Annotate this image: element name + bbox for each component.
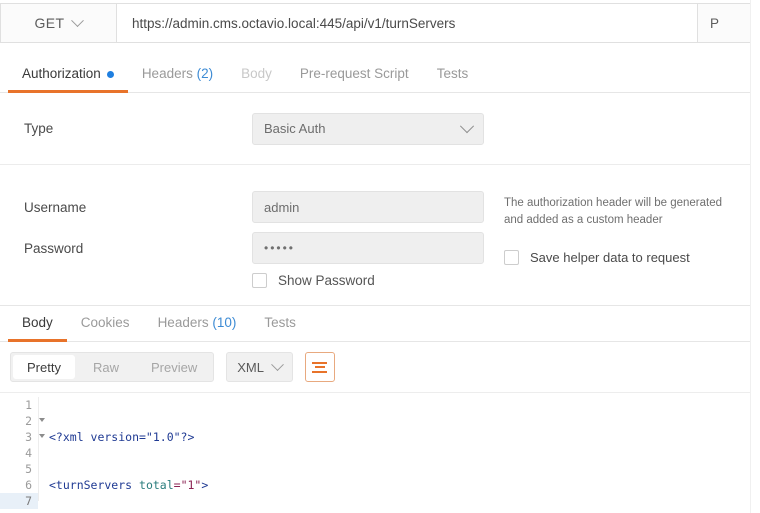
fold-arrow-icon[interactable]	[39, 434, 45, 438]
format-selector[interactable]: XML	[226, 352, 293, 382]
fold-arrow-icon[interactable]	[39, 418, 45, 422]
password-input[interactable]: •••••	[252, 232, 484, 264]
request-tabs: Authorization Headers (2) Body Pre-reque…	[0, 53, 760, 93]
tab-cookies-label: Cookies	[80, 315, 130, 330]
line-number: 6	[25, 478, 32, 492]
response-tabs: Body Cookies Headers (10) Tests	[0, 306, 760, 342]
username-input[interactable]: admin	[252, 191, 484, 223]
format-label: XML	[237, 359, 264, 375]
xml-declaration: <?xml version="1.0"?>	[49, 430, 195, 444]
view-mode-raw-label: Raw	[92, 359, 119, 375]
right-scroll-edge	[750, 0, 760, 513]
view-mode-preview[interactable]: Preview	[135, 353, 213, 381]
tab-headers-request-label: Headers	[141, 66, 193, 81]
show-password-checkbox[interactable]	[252, 273, 267, 288]
tab-cookies[interactable]: Cookies	[67, 315, 144, 341]
save-helper-label: Save helper data to request	[530, 250, 690, 266]
wrap-line-3	[312, 370, 328, 373]
username-label: Username	[24, 199, 87, 215]
params-label: P	[710, 15, 720, 31]
line-number: 3	[0, 429, 45, 445]
code-lines[interactable]: <?xml version="1.0"?> <turnServers total…	[39, 397, 760, 501]
line-number-active: 7	[0, 493, 38, 509]
save-helper-checkbox[interactable]	[504, 250, 519, 266]
tab-authorization[interactable]: Authorization	[8, 66, 128, 93]
tab-body-response-label: Body	[22, 315, 53, 330]
line-number: 1	[25, 398, 32, 412]
username-value: admin	[264, 199, 300, 215]
save-helper-row[interactable]: Save helper data to request	[504, 250, 750, 266]
auth-type-label: Type	[24, 121, 54, 136]
view-mode-preview-label: Preview	[150, 359, 198, 375]
line-number-gutter: 1 2 3 4 5 6 7	[0, 397, 45, 509]
auth-type-value: Basic Auth	[264, 121, 326, 136]
password-label: Password	[24, 240, 84, 256]
chevron-down-icon	[71, 13, 85, 27]
view-mode-pretty[interactable]: Pretty	[13, 355, 75, 379]
password-value: •••••	[264, 241, 296, 255]
tab-body-request-label: Body	[241, 66, 272, 81]
tab-body-request[interactable]: Body	[227, 66, 286, 92]
show-password-label: Show Password	[278, 273, 375, 288]
tab-tests-response[interactable]: Tests	[250, 315, 310, 341]
view-mode-group: Pretty Raw Preview	[10, 352, 215, 382]
tab-headers-response-label: Headers	[157, 315, 209, 330]
wrap-line-1	[312, 361, 328, 364]
auth-type-row: Type Basic Auth	[0, 93, 760, 165]
tab-headers-request-count: (2)	[196, 66, 214, 81]
tab-tests-request[interactable]: Tests	[423, 66, 483, 92]
response-toolbar: Pretty Raw Preview XML	[0, 342, 760, 393]
tab-body-response[interactable]: Body	[8, 315, 67, 342]
url-text: https://admin.cms.octavio.local:445/api/…	[132, 15, 456, 31]
credentials-area: Username admin Password ••••• Show Passw…	[0, 165, 760, 297]
line-number: 2	[0, 413, 45, 429]
line-number: 5	[25, 462, 32, 476]
line-number: 4	[25, 446, 32, 460]
response-body-code[interactable]: 1 2 3 4 5 6 7 <?xml version="1.0"?> <tur…	[0, 393, 760, 509]
auth-type-select[interactable]: Basic Auth	[252, 112, 484, 145]
wrap-lines-icon[interactable]	[304, 352, 335, 382]
chevron-down-icon	[271, 357, 284, 371]
tab-headers-response-count: (10)	[212, 315, 237, 330]
wrap-line-2	[314, 366, 325, 368]
url-input[interactable]: https://admin.cms.octavio.local:445/api/…	[116, 3, 698, 43]
username-row: Username admin	[0, 191, 504, 223]
code-line-1: <?xml version="1.0"?>	[39, 429, 760, 445]
password-row: Password •••••	[0, 232, 504, 264]
code-line-2: <turnServers total="1">	[49, 478, 209, 492]
tab-tests-response-label: Tests	[264, 315, 296, 330]
modified-dot-icon	[106, 70, 114, 78]
http-method-label: GET	[34, 15, 65, 31]
view-mode-raw[interactable]: Raw	[77, 353, 135, 381]
tab-headers-request[interactable]: Headers (2)	[128, 66, 227, 92]
tab-pre-request-script-label: Pre-request Script	[299, 66, 409, 81]
tab-pre-request-script[interactable]: Pre-request Script	[286, 66, 423, 92]
view-mode-pretty-label: Pretty	[27, 359, 61, 375]
http-method-selector[interactable]: GET	[0, 3, 116, 43]
show-password-row[interactable]: Show Password	[0, 273, 504, 288]
tab-tests-request-label: Tests	[436, 66, 469, 81]
request-url-bar: GET https://admin.cms.octavio.local:445/…	[0, 3, 760, 43]
tab-headers-response[interactable]: Headers (10)	[144, 315, 251, 341]
chevron-down-icon	[459, 118, 475, 133]
auth-helper-text: The authorization header will be generat…	[504, 197, 723, 226]
tab-authorization-label: Authorization	[22, 66, 101, 81]
